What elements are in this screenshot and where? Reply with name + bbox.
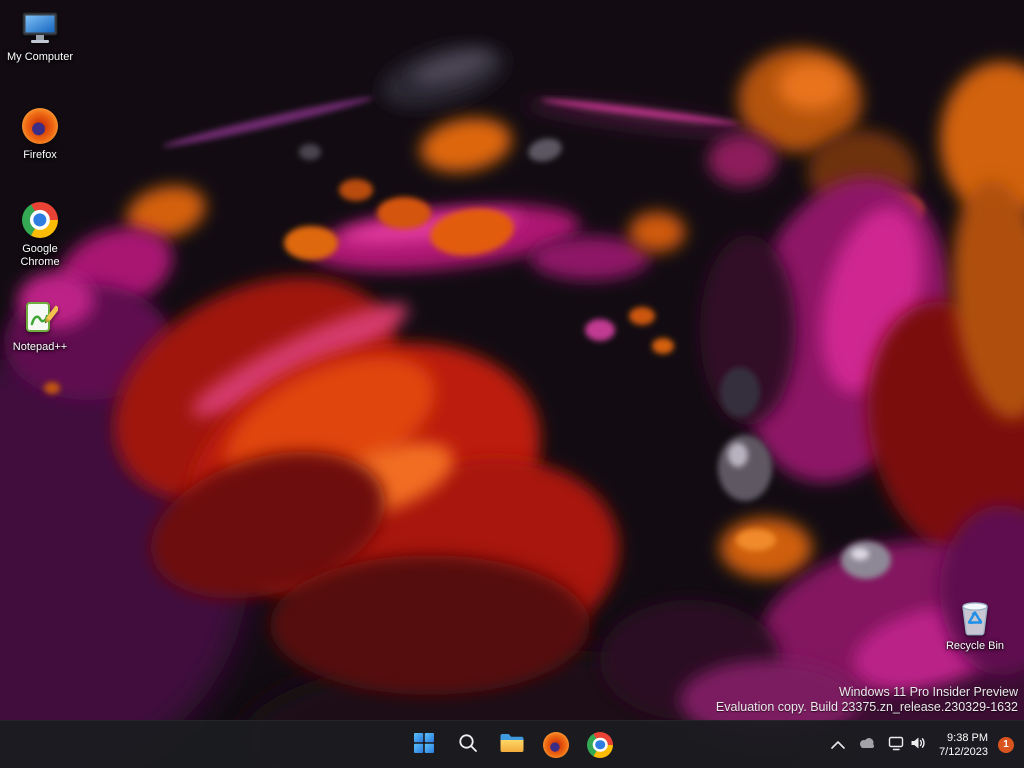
chevron-up-icon: [831, 737, 845, 752]
watermark-line2: Evaluation copy. Build 23375.zn_release.…: [715, 700, 1018, 714]
network-icon: [888, 736, 905, 754]
firefox-icon: [19, 106, 61, 146]
wallpaper: [0, 0, 1024, 768]
desktop[interactable]: My Computer Firefox Google Chrome Notepa…: [0, 0, 1024, 768]
desktop-icon-label: Notepad++: [12, 341, 68, 353]
taskbar-center-icons: [404, 721, 620, 768]
file-explorer-button[interactable]: [492, 725, 532, 765]
windows-logo-icon: [412, 731, 436, 758]
notification-badge: 1: [998, 736, 1014, 753]
desktop-icon-recycle-bin[interactable]: Recycle Bin: [937, 597, 1013, 653]
chrome-icon: [19, 200, 61, 240]
my-computer-icon: [19, 8, 61, 48]
hidden-icons-button[interactable]: [825, 725, 851, 765]
tray-time: 9:38 PM: [947, 731, 988, 744]
notification-center-button[interactable]: 1: [996, 725, 1020, 765]
firefox-icon: [543, 731, 569, 758]
watermark-line1: Windows 11 Pro Insider Preview: [838, 685, 1018, 699]
clock-button[interactable]: 9:38 PM 7/12/2023: [932, 725, 995, 765]
search-icon: [457, 732, 479, 757]
tray-date: 7/12/2023: [939, 745, 988, 758]
watermark: Windows 11 Pro Insider Preview Evaluatio…: [716, 685, 1018, 715]
desktop-icon-my-computer[interactable]: My Computer: [2, 8, 78, 64]
chrome-taskbar-button[interactable]: [580, 725, 620, 765]
chrome-icon: [587, 731, 613, 758]
quick-settings-button[interactable]: [883, 725, 931, 765]
desktop-icon-notepad-plus-plus[interactable]: Notepad++: [2, 298, 78, 354]
firefox-taskbar-button[interactable]: [536, 725, 576, 765]
system-tray: 9:38 PM 7/12/2023 1: [825, 721, 1020, 768]
volume-icon: [910, 736, 926, 753]
search-button[interactable]: [448, 725, 488, 765]
start-button[interactable]: [404, 725, 444, 765]
desktop-icon-label: Google Chrome: [20, 243, 60, 268]
onedrive-button[interactable]: [852, 725, 882, 765]
desktop-icon-label: Firefox: [23, 149, 57, 161]
cloud-icon: [857, 736, 877, 753]
desktop-icon-label: Recycle Bin: [945, 640, 1005, 652]
folder-icon: [499, 732, 525, 757]
taskbar: 9:38 PM 7/12/2023 1: [0, 720, 1024, 768]
recycle-bin-icon: [954, 597, 996, 637]
notepad-plus-plus-icon: [19, 298, 61, 338]
desktop-icon-label: My Computer: [6, 51, 74, 63]
desktop-icon-google-chrome[interactable]: Google Chrome: [2, 200, 78, 269]
desktop-icon-firefox[interactable]: Firefox: [2, 106, 78, 162]
